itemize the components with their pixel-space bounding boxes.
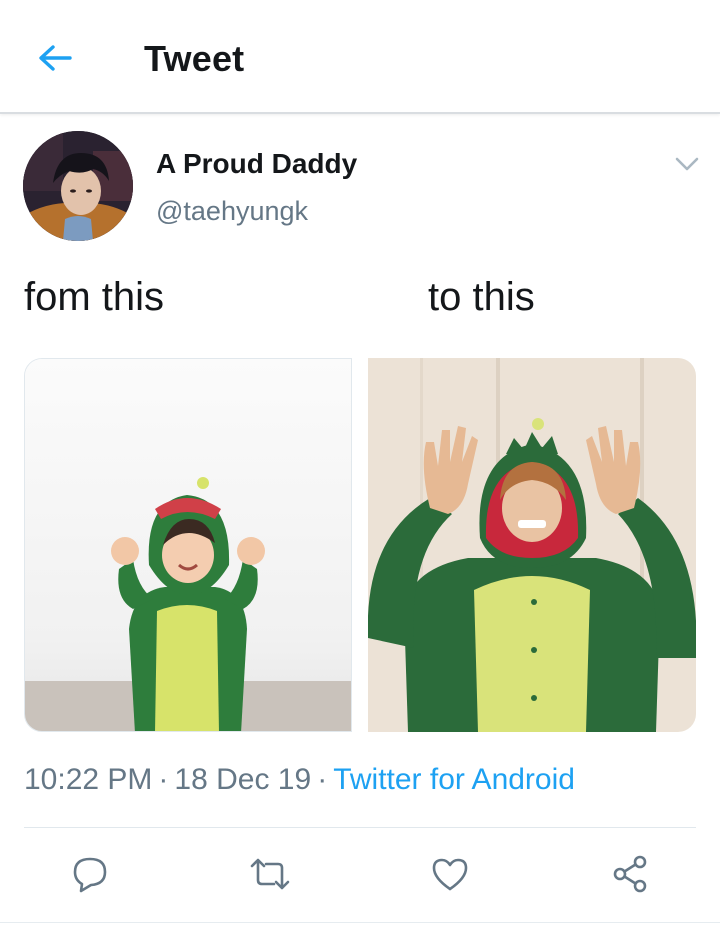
app-header: Tweet (0, 0, 720, 114)
heart-icon (432, 858, 468, 891)
tweet-date: 18 Dec 19 (174, 763, 312, 796)
tweet-text-left: fom this (24, 275, 165, 319)
media-photo-right[interactable] (368, 358, 696, 732)
like-button[interactable] (426, 850, 474, 898)
back-button[interactable] (30, 36, 80, 80)
share-button[interactable] (606, 850, 654, 898)
tweet-time: 10:22 PM (24, 763, 153, 796)
retweet-button[interactable] (246, 850, 294, 898)
divider (24, 827, 696, 828)
tweet-text-right: to this (428, 275, 535, 319)
tweet-source-link[interactable]: Twitter for Android (333, 763, 575, 796)
meta-separator: · (317, 763, 328, 796)
chevron-down-icon (675, 157, 699, 171)
retweet-icon (250, 858, 290, 890)
media-photo-left[interactable] (24, 358, 352, 732)
tweet-meta: 10:22 PM · 18 Dec 19 · Twitter for Android (24, 763, 575, 797)
arrow-left-icon (39, 45, 72, 71)
share-icon (613, 855, 647, 893)
page-title: Tweet (144, 38, 245, 79)
reply-button[interactable] (66, 850, 114, 898)
reply-icon (73, 857, 107, 893)
meta-separator: · (158, 763, 169, 796)
avatar[interactable] (23, 131, 133, 241)
display-name[interactable]: A Proud Daddy (156, 148, 357, 180)
divider (0, 922, 720, 923)
user-handle[interactable]: @taehyungk (156, 196, 308, 227)
tweet-menu-button[interactable] (672, 152, 702, 176)
